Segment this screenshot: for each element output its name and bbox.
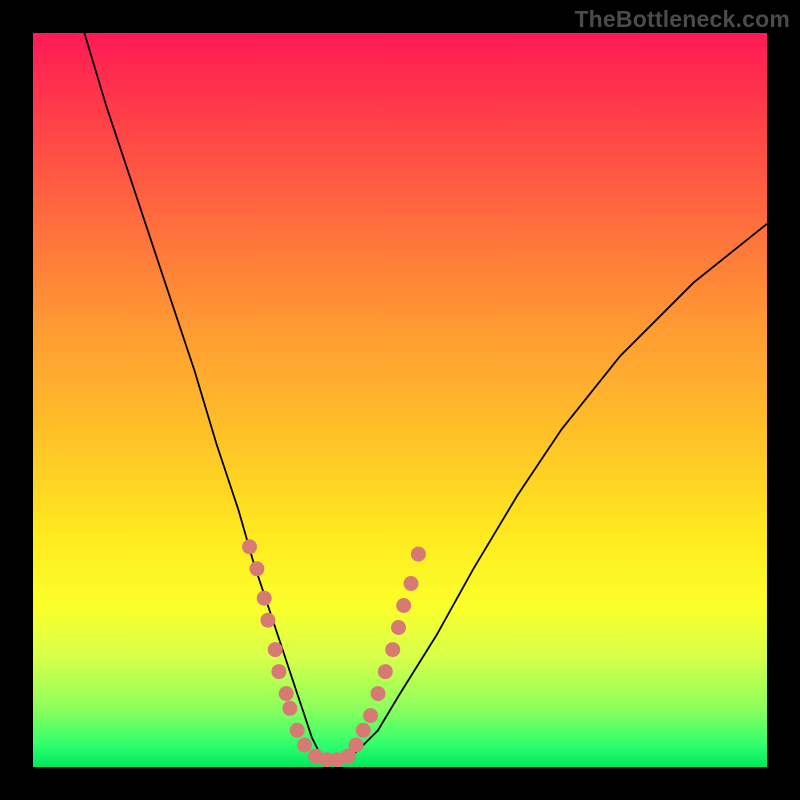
chart-frame: TheBottleneck.com	[0, 0, 800, 800]
curve-dot	[363, 708, 378, 723]
curve-dot	[349, 738, 364, 753]
curve-dot	[371, 686, 386, 701]
curve-dot	[242, 539, 257, 554]
curve-dot	[385, 642, 400, 657]
chart-svg	[33, 33, 767, 767]
curve-dot	[297, 738, 312, 753]
curve-dot	[356, 723, 371, 738]
curve-dot	[411, 547, 426, 562]
curve-dot	[282, 701, 297, 716]
curve-dot	[257, 591, 272, 606]
curve-dot	[249, 561, 264, 576]
curve-dot	[378, 664, 393, 679]
curve-dot	[260, 613, 275, 628]
attribution-label: TheBottleneck.com	[574, 6, 790, 33]
plot-area	[33, 33, 767, 767]
curve-dot	[290, 723, 305, 738]
curve-dot	[268, 642, 283, 657]
curve-dot	[279, 686, 294, 701]
curve-marker-dots	[242, 539, 426, 767]
bottleneck-curve	[84, 33, 767, 760]
curve-dot	[391, 620, 406, 635]
curve-dot	[396, 598, 411, 613]
curve-dot	[404, 576, 419, 591]
curve-dot	[271, 664, 286, 679]
